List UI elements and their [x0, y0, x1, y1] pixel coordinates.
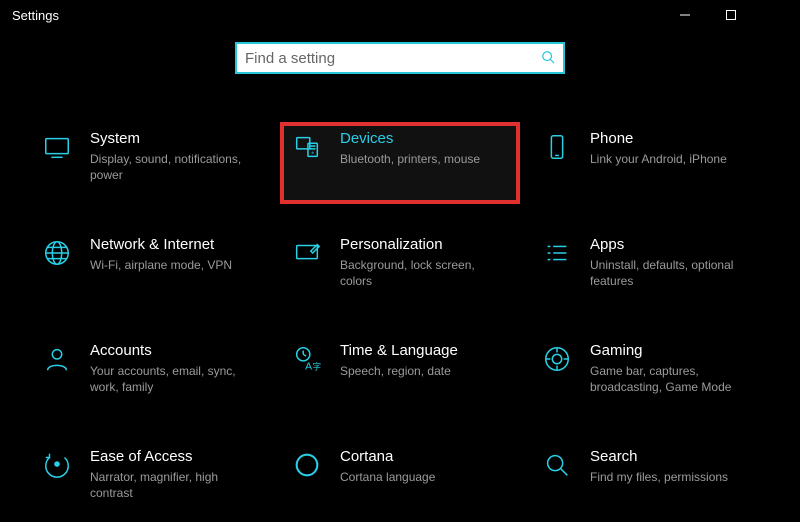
tile-apps[interactable]: Apps Uninstall, defaults, optional featu… [530, 228, 770, 310]
tile-title: Gaming [590, 342, 760, 361]
tile-devices[interactable]: Devices Bluetooth, printers, mouse [280, 122, 520, 204]
tile-title: Network & Internet [90, 236, 260, 255]
tile-title: Apps [590, 236, 760, 255]
tile-desc: Find my files, permissions [590, 469, 760, 485]
phone-icon [540, 130, 574, 164]
search-box[interactable] [235, 42, 565, 74]
title-bar: Settings [0, 0, 800, 30]
ease-of-access-icon [40, 448, 74, 482]
tile-desc: Your accounts, email, sync, work, family [90, 363, 260, 395]
window-title: Settings [12, 8, 59, 23]
apps-icon [540, 236, 574, 270]
tile-desc: Bluetooth, printers, mouse [340, 151, 510, 167]
svg-text:字: 字 [313, 361, 321, 371]
tile-phone[interactable]: Phone Link your Android, iPhone [530, 122, 770, 204]
tile-desc: Uninstall, defaults, optional features [590, 257, 760, 289]
tile-ease-of-access[interactable]: Ease of Access Narrator, magnifier, high… [30, 440, 270, 522]
paint-icon [290, 236, 324, 270]
search-input[interactable] [245, 50, 541, 67]
tile-desc: Link your Android, iPhone [590, 151, 760, 167]
globe-icon [40, 236, 74, 270]
tile-title: Phone [590, 130, 760, 149]
tile-title: Time & Language [340, 342, 510, 361]
tile-title: Cortana [340, 448, 510, 467]
tile-title: Personalization [340, 236, 510, 255]
tile-title: System [90, 130, 260, 149]
tile-desc: Game bar, captures, broadcasting, Game M… [590, 363, 760, 395]
tile-desc: Cortana language [340, 469, 510, 485]
person-icon [40, 342, 74, 376]
tile-search[interactable]: Search Find my files, permissions [530, 440, 770, 522]
tile-title: Ease of Access [90, 448, 260, 467]
tile-title: Accounts [90, 342, 260, 361]
time-language-icon: A字 [290, 342, 324, 376]
tile-gaming[interactable]: Gaming Game bar, captures, broadcasting,… [530, 334, 770, 416]
tile-desc: Display, sound, notifications, power [90, 151, 260, 183]
tile-personalization[interactable]: Personalization Background, lock screen,… [280, 228, 520, 310]
devices-icon [290, 130, 324, 164]
minimize-button[interactable] [662, 0, 708, 30]
tile-network[interactable]: Network & Internet Wi-Fi, airplane mode,… [30, 228, 270, 310]
tile-accounts[interactable]: Accounts Your accounts, email, sync, wor… [30, 334, 270, 416]
tile-cortana[interactable]: Cortana Cortana language [280, 440, 520, 522]
system-icon [40, 130, 74, 164]
search-category-icon [540, 448, 574, 482]
cortana-icon [290, 448, 324, 482]
tile-system[interactable]: System Display, sound, notifications, po… [30, 122, 270, 204]
tile-desc: Wi-Fi, airplane mode, VPN [90, 257, 260, 273]
gaming-icon [540, 342, 574, 376]
search-row [0, 42, 800, 74]
tile-desc: Narrator, magnifier, high contrast [90, 469, 260, 501]
tile-desc: Background, lock screen, colors [340, 257, 510, 289]
search-icon [541, 50, 555, 67]
settings-grid: System Display, sound, notifications, po… [0, 74, 800, 522]
caption-buttons [662, 0, 800, 30]
tile-desc: Speech, region, date [340, 363, 510, 379]
svg-text:A: A [305, 361, 312, 372]
tile-title: Devices [340, 130, 510, 149]
tile-title: Search [590, 448, 760, 467]
tile-time-language[interactable]: A字 Time & Language Speech, region, date [280, 334, 520, 416]
maximize-button[interactable] [708, 0, 754, 30]
